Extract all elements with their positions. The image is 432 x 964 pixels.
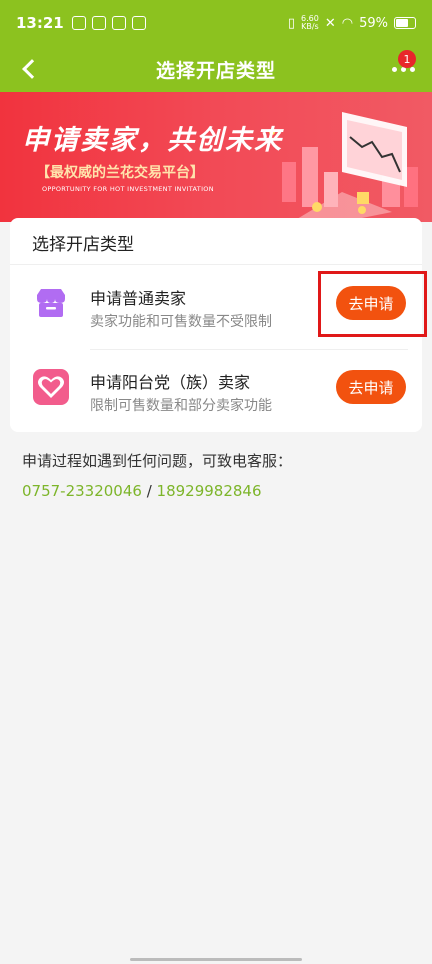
banner-english-tagline: OPPORTUNITY FOR HOT INVESTMENT INVITATIO… — [42, 185, 214, 193]
banner-illustration — [269, 112, 418, 222]
home-indicator[interactable] — [130, 958, 302, 961]
app-notification-icon — [71, 16, 86, 30]
back-button[interactable] — [14, 54, 44, 84]
phone-link-mobile[interactable]: 18929982846 — [157, 482, 262, 500]
heart-icon — [33, 369, 69, 405]
option-title: 申请阳台党（族）卖家 — [90, 373, 251, 392]
banner-headline: 申请卖家，共创未来 — [22, 125, 283, 156]
vibrate-icon: ▯ — [287, 15, 296, 31]
app-notification-icon — [91, 16, 106, 30]
page-title: 选择开店类型 — [155, 59, 276, 82]
more-dot-icon — [391, 66, 397, 72]
option-description: 限制可售数量和部分卖家功能 — [90, 398, 272, 414]
back-arrow-icon — [22, 59, 42, 79]
promo-banner: 申请卖家，共创未来 【最权威的兰花交易平台】 OPPORTUNITY FOR H… — [0, 92, 432, 222]
card-title: 选择开店类型 — [32, 235, 134, 255]
status-bar: 13:21 ▯ 6.60 KB/s ✕ ◠ 59% — [0, 0, 432, 46]
battery-icon — [394, 17, 416, 29]
option-title: 申请普通卖家 — [90, 289, 187, 308]
sim-icon: ✕ — [324, 15, 336, 31]
app-header: 选择开店类型 1 — [0, 46, 432, 92]
option-balcony-seller: 申请阳台党（族）卖家 限制可售数量和部分卖家功能 去申请 — [10, 349, 422, 433]
app-notification-icon — [111, 16, 126, 30]
highlight-annotation — [318, 271, 427, 337]
notification-badge: 1 — [398, 50, 416, 68]
option-description: 卖家功能和可售数量不受限制 — [90, 314, 272, 330]
status-app-icons — [71, 16, 146, 30]
contact-phones: 0757-23320046 / 18929982846 — [22, 482, 262, 500]
battery-percent: 59% — [359, 15, 388, 31]
status-right: ▯ 6.60 KB/s ✕ ◠ 59% — [288, 15, 416, 31]
apply-balcony-seller-button[interactable]: 去申请 — [336, 370, 406, 404]
shop-icon — [33, 285, 69, 321]
net-speed-unit: KB/s — [301, 22, 319, 31]
network-speed: 6.60 KB/s — [301, 15, 319, 31]
phone-link-landline[interactable]: 0757-23320046 — [22, 482, 142, 500]
tiktok-icon — [131, 16, 146, 30]
banner-subheadline: 【最权威的兰花交易平台】 — [36, 165, 204, 181]
wifi-icon: ◠ — [341, 15, 354, 31]
more-options-button[interactable]: 1 — [386, 50, 420, 82]
contact-message: 申请过程如遇到任何问题，可致电客服： — [22, 452, 293, 470]
status-time: 13:21 — [16, 14, 64, 32]
phone-separator: / — [141, 482, 157, 500]
